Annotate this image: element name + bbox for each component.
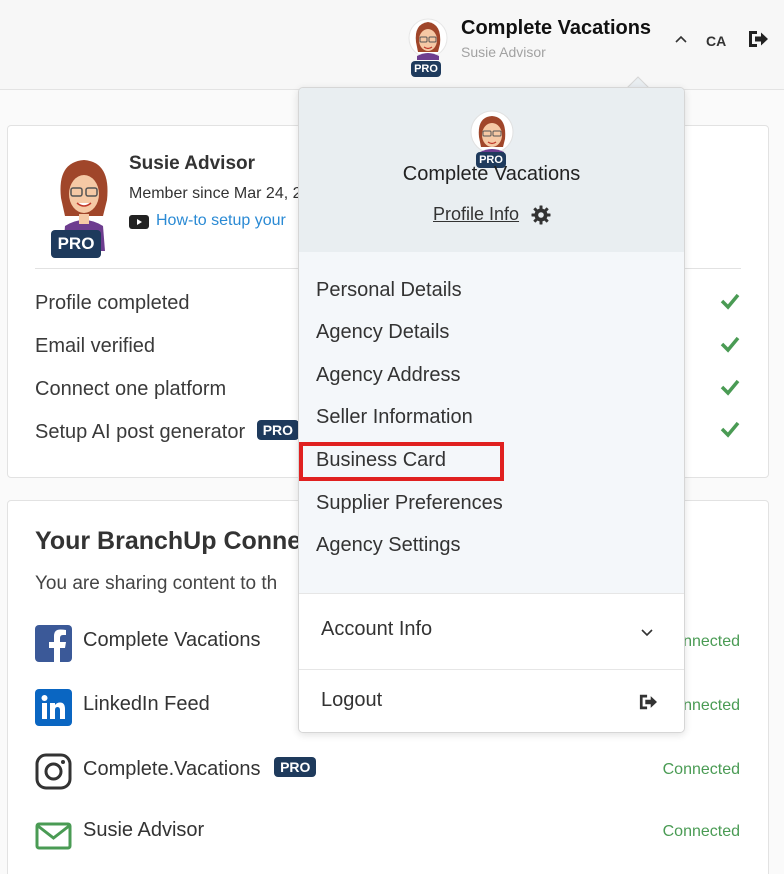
linkedin-icon bbox=[35, 689, 72, 726]
checklist-label: Setup AI post generator bbox=[35, 421, 246, 443]
member-since: Member since Mar 24, 2 bbox=[129, 185, 302, 202]
menu-item-agency-address[interactable]: Agency Address bbox=[316, 364, 461, 387]
logout-icon[interactable] bbox=[747, 29, 769, 49]
dropdown-header: PRO Complete Vacations Profile Info bbox=[299, 88, 684, 252]
profile-info-link[interactable]: Profile Info bbox=[433, 204, 519, 225]
youtube-icon[interactable] bbox=[129, 215, 149, 229]
chevron-up-icon[interactable] bbox=[672, 30, 690, 48]
connection-label: Complete.Vacations bbox=[83, 758, 261, 780]
menu-item-seller-information[interactable]: Seller Information bbox=[316, 406, 473, 429]
pro-badge: PRO bbox=[51, 230, 101, 258]
menu-item-personal-details[interactable]: Personal Details bbox=[316, 279, 462, 302]
company-name[interactable]: Complete Vacations bbox=[461, 17, 651, 40]
gear-icon[interactable] bbox=[531, 205, 551, 225]
connection-status: nnected bbox=[683, 633, 740, 650]
connection-status: Connected bbox=[662, 761, 740, 778]
checklist-item: Connect one platform bbox=[35, 378, 226, 401]
dropdown-title: Complete Vacations bbox=[402, 163, 581, 185]
checklist-label: Profile completed bbox=[35, 292, 190, 314]
pro-badge: PRO bbox=[274, 757, 317, 777]
account-info-toggle[interactable]: Account Info bbox=[321, 618, 432, 641]
user-name: Susie Advisor bbox=[461, 44, 546, 60]
menu-item-agency-details[interactable]: Agency Details bbox=[316, 321, 449, 344]
menu-item-supplier-preferences[interactable]: Supplier Preferences bbox=[316, 492, 503, 515]
email-icon bbox=[35, 822, 72, 850]
check-icon bbox=[720, 421, 740, 438]
chevron-down-icon[interactable] bbox=[639, 624, 655, 640]
logout-icon[interactable] bbox=[638, 693, 658, 711]
howto-link[interactable]: How-to setup your bbox=[156, 212, 286, 230]
logout-button[interactable]: Logout bbox=[321, 689, 382, 712]
highlight-box bbox=[299, 442, 504, 481]
checklist-label: Connect one platform bbox=[35, 378, 227, 400]
connection-status: nnected bbox=[683, 697, 740, 714]
pro-badge: PRO bbox=[256, 420, 300, 440]
language-selector[interactable]: CA bbox=[706, 33, 726, 49]
top-bar: PRO Complete Vacations Susie Advisor CA bbox=[0, 0, 784, 90]
check-icon bbox=[720, 379, 740, 396]
connection-status: Connected bbox=[662, 823, 740, 840]
pro-badge: PRO bbox=[411, 61, 441, 77]
checklist-item: Profile completed bbox=[35, 292, 190, 315]
check-icon bbox=[720, 293, 740, 310]
profile-dropdown-menu: PRO Complete Vacations Profile Info Pers… bbox=[298, 87, 685, 733]
check-icon bbox=[720, 336, 740, 353]
connection-name: Complete.Vacations PRO bbox=[83, 757, 317, 781]
checklist-item: Email verified bbox=[35, 335, 155, 358]
checklist-label: Email verified bbox=[35, 335, 156, 357]
connection-name: Susie Advisor bbox=[83, 819, 205, 841]
facebook-icon bbox=[35, 625, 72, 662]
connections-subtitle: You are sharing content to th bbox=[35, 573, 278, 594]
connection-name: Complete Vacations bbox=[83, 629, 261, 651]
dropdown-footer: Account Info Logout bbox=[299, 593, 684, 732]
instagram-icon bbox=[35, 753, 72, 790]
menu-item-agency-settings[interactable]: Agency Settings bbox=[316, 534, 461, 557]
connections-title: Your BranchUp Conne bbox=[35, 527, 302, 555]
divider bbox=[299, 669, 684, 670]
connection-name: LinkedIn Feed bbox=[83, 693, 210, 715]
checklist-item: Setup AI post generator PRO bbox=[35, 420, 300, 444]
profile-name: Susie Advisor bbox=[129, 153, 256, 174]
